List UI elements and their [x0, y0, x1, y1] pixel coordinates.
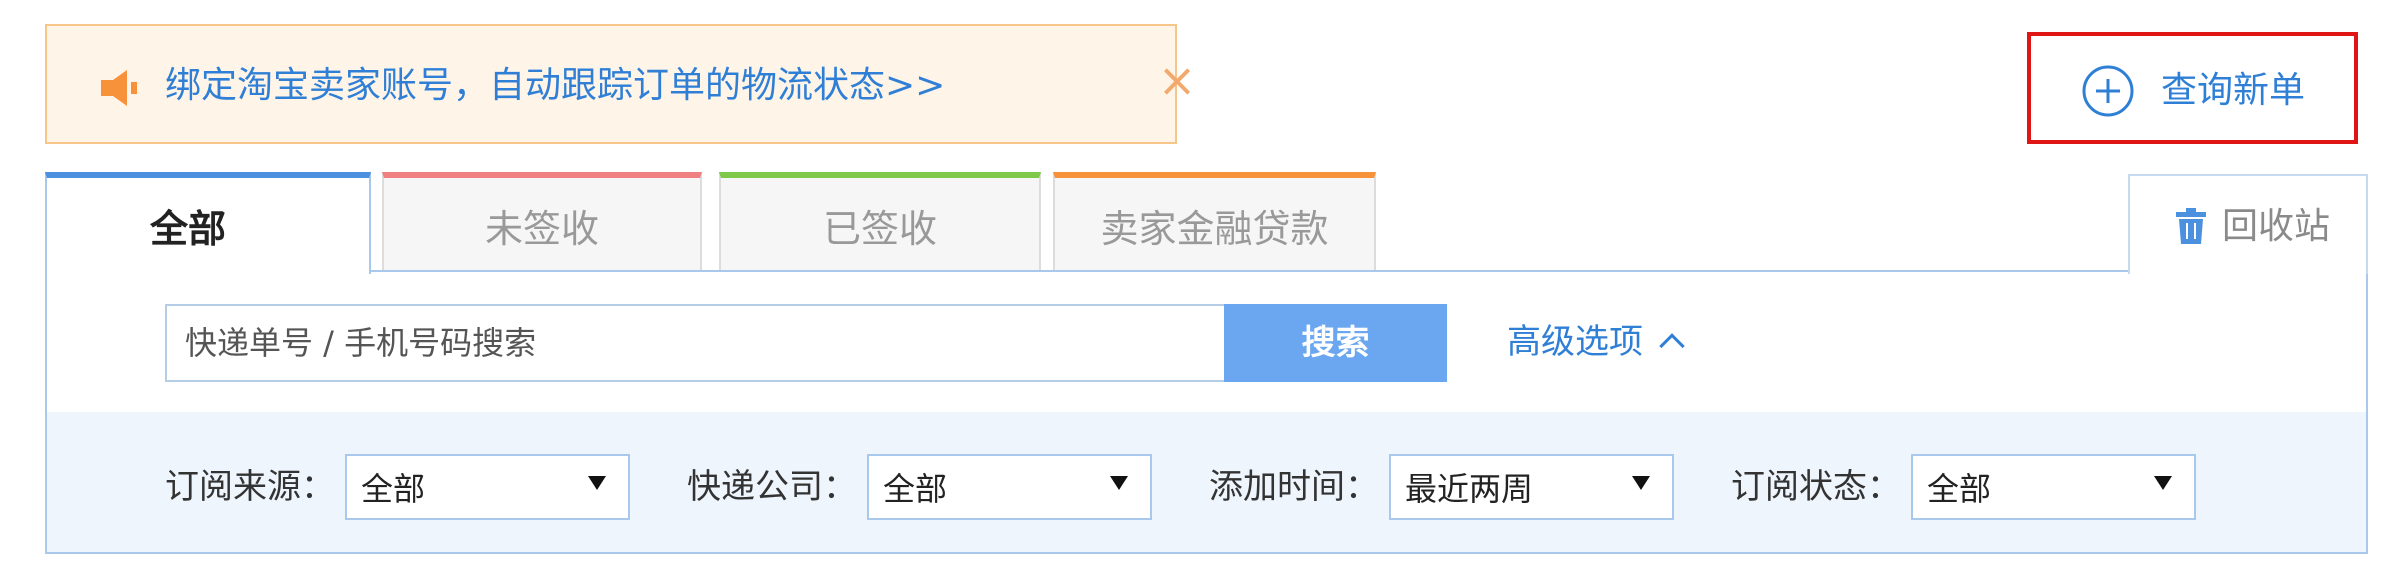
recycle-bin-button[interactable]: 回收站 [2128, 174, 2368, 274]
recycle-bin-label: 回收站 [2222, 206, 2331, 247]
filter-date-select[interactable]: 最近两周 [1389, 454, 1674, 520]
dropdown-arrow-icon [1110, 476, 1128, 490]
tab-all-label: 全部 [149, 207, 226, 251]
filter-status-value: 全部 [1927, 470, 1992, 508]
tab-unsigned-label: 未签收 [484, 207, 599, 251]
speaker-icon [101, 70, 137, 106]
chevron-up-icon [1659, 332, 1685, 359]
close-icon[interactable]: × [1157, 57, 1197, 103]
tab-seller-finance-label: 卖家金融贷款 [1100, 207, 1329, 251]
filter-source-select[interactable]: 全部 [345, 454, 630, 520]
tab-seller-finance[interactable]: 卖家金融贷款 [1053, 172, 1376, 272]
filter-courier-value: 全部 [883, 470, 948, 508]
dropdown-arrow-icon [2154, 476, 2172, 490]
dropdown-arrow-icon [588, 476, 606, 490]
filter-date-value: 最近两周 [1405, 470, 1534, 508]
tab-all[interactable]: 全部 [45, 172, 371, 274]
search-bar-area: 搜索 高级选项 [47, 272, 2366, 412]
filter-status-label: 订阅状态： [1731, 467, 1901, 507]
advanced-options-toggle[interactable]: 高级选项 [1507, 314, 1685, 370]
filter-courier-select[interactable]: 全部 [867, 454, 1152, 520]
filter-date-label: 添加时间： [1209, 467, 1379, 507]
search-button[interactable]: 搜索 [1224, 304, 1447, 382]
filter-source-label: 订阅来源： [165, 467, 335, 507]
new-query-label: 查询新单 [2161, 70, 2306, 111]
filter-status-select[interactable]: 全部 [1911, 454, 2196, 520]
advanced-options-label: 高级选项 [1507, 322, 1643, 362]
trash-icon [2176, 208, 2206, 244]
plus-circle-icon [2082, 65, 2134, 117]
tab-signed-label: 已签收 [822, 207, 937, 251]
new-query-button[interactable]: 查询新单 [2027, 32, 2358, 144]
filter-source-value: 全部 [361, 470, 426, 508]
notice-banner: 绑定淘宝卖家账号，自动跟踪订单的物流状态>> × [45, 24, 1196, 144]
dropdown-arrow-icon [1632, 476, 1650, 490]
notice-link[interactable]: 绑定淘宝卖家账号，自动跟踪订单的物流状态>> [165, 60, 945, 112]
filter-courier-label: 快递公司： [687, 467, 857, 507]
search-input[interactable] [165, 304, 1270, 382]
tab-unsigned[interactable]: 未签收 [382, 172, 702, 272]
tab-signed[interactable]: 已签收 [719, 172, 1041, 272]
search-panel: 搜索 高级选项 订阅来源： 全部 快递公司： 全部 添加时间： 最近两周 订阅状… [45, 270, 2368, 554]
